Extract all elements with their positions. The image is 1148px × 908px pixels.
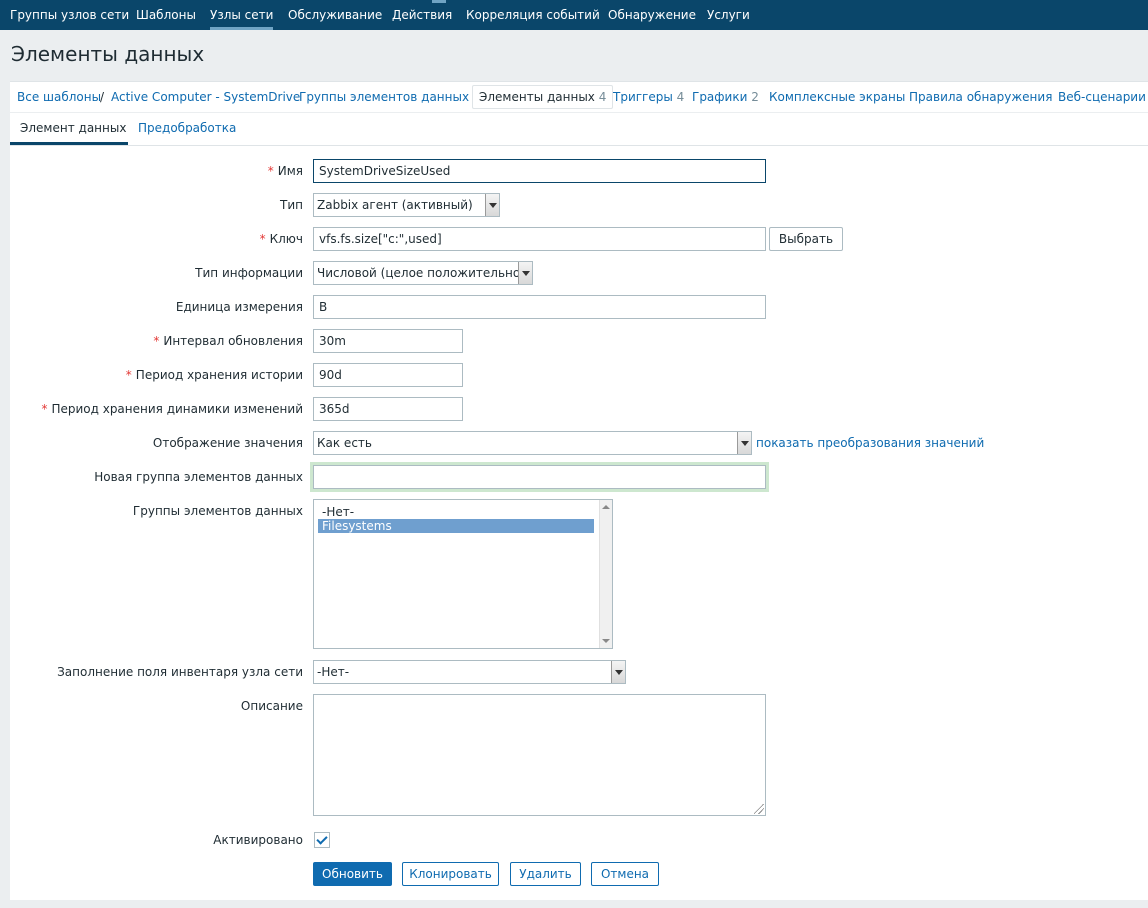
breadcrumb-separator: / xyxy=(100,90,105,104)
breadcrumb-tab-triggers[interactable]: Триггеры 4 xyxy=(613,82,684,112)
enabled-checkbox[interactable] xyxy=(314,832,330,848)
units-label: Единица измерения xyxy=(175,300,303,314)
history-input[interactable]: 90d xyxy=(313,363,463,387)
breadcrumb-tab-label: Группы элементов данных xyxy=(299,90,470,104)
top-navigation: Группы узлов сети Шаблоны Узлы сети Обсл… xyxy=(0,0,1148,30)
tab-preprocessing[interactable]: Предобработка xyxy=(138,113,236,145)
chevron-down-icon xyxy=(611,661,625,683)
breadcrumb-all-templates[interactable]: Все шаблоны xyxy=(17,82,101,112)
trends-label: * Период хранения динамики изменений xyxy=(41,402,303,416)
units-input[interactable]: B xyxy=(313,295,766,319)
breadcrumb-tab-count: 4 xyxy=(598,90,607,104)
new-application-input[interactable] xyxy=(313,465,766,489)
nav-hosts[interactable]: Узлы сети xyxy=(210,0,274,30)
name-label: * Имя xyxy=(267,164,303,178)
delete-button[interactable]: Удалить xyxy=(510,862,581,886)
key-select-button[interactable]: Выбрать xyxy=(769,227,843,251)
type-label: Тип xyxy=(280,198,303,212)
breadcrumb-tab-items[interactable]: Элементы данных 4 xyxy=(472,85,614,109)
info-type-select-value: Числовой (целое положительное) xyxy=(317,266,533,280)
nav-event-correlation[interactable]: Корреляция событий xyxy=(466,0,600,30)
valuemap-select[interactable]: Как есть xyxy=(313,431,752,455)
trends-input[interactable]: 365d xyxy=(313,397,463,421)
clone-button[interactable]: Клонировать xyxy=(402,862,499,886)
list-item[interactable]: Filesystems xyxy=(318,519,594,533)
interval-input[interactable]: 30m xyxy=(313,329,463,353)
chevron-down-icon xyxy=(518,262,532,284)
cancel-button[interactable]: Отмена xyxy=(591,862,659,886)
name-input[interactable]: SystemDriveSizeUsed xyxy=(313,159,766,183)
breadcrumb-tab-discovery-rules[interactable]: Правила обнаружения xyxy=(909,82,1052,112)
breadcrumb-tab-web-scenarios[interactable]: Веб-сценарии xyxy=(1058,82,1146,112)
breadcrumb-tab-label: Элементы данных xyxy=(479,90,595,104)
applications-label: Группы элементов данных xyxy=(132,504,303,518)
breadcrumb-tab-applications[interactable]: Группы элементов данных 1 xyxy=(299,82,481,112)
inventory-select-value: -Нет- xyxy=(317,665,350,679)
breadcrumb-tab-label: Веб-сценарии xyxy=(1058,90,1146,104)
nav-actions[interactable]: Действия xyxy=(392,0,452,30)
page-title: Элементы данных xyxy=(11,42,205,66)
tab-item[interactable]: Элемент данных xyxy=(10,113,128,145)
nav-maintenance[interactable]: Обслуживание xyxy=(288,0,382,30)
new-application-label: Новая группа элементов данных xyxy=(94,470,303,484)
breadcrumb-tab-count: 4 xyxy=(676,90,685,104)
applications-listbox[interactable]: -Нет- Filesystems xyxy=(313,499,613,649)
chevron-down-icon xyxy=(485,194,499,216)
breadcrumb-template[interactable]: Active Computer - SystemDrive xyxy=(111,82,300,112)
breadcrumb-tab-count: 2 xyxy=(751,90,759,104)
valuemap-label: Отображение значения xyxy=(152,436,303,450)
show-value-mappings-link[interactable]: показать преобразования значений xyxy=(756,436,984,450)
breadcrumb-tab-graphs[interactable]: Графики 2 xyxy=(692,82,759,112)
resize-grip-icon[interactable] xyxy=(754,804,764,814)
key-input[interactable]: vfs.fs.size["c:",used] xyxy=(313,227,766,251)
scrollbar[interactable] xyxy=(599,500,612,648)
description-textarea[interactable] xyxy=(313,694,766,816)
item-form: * Имя SystemDriveSizeUsed Тип Zabbix аген… xyxy=(10,146,1148,900)
breadcrumb-tab-label: Триггеры xyxy=(613,90,673,104)
valuemap-select-value: Как есть xyxy=(317,436,372,450)
nav-templates[interactable]: Шаблоны xyxy=(136,0,196,30)
nav-discovery[interactable]: Обнаружение xyxy=(608,0,696,30)
type-select-value: Zabbix агент (активный) xyxy=(317,198,473,212)
chevron-up-icon[interactable] xyxy=(602,505,610,509)
type-select[interactable]: Zabbix агент (активный) xyxy=(313,193,500,217)
breadcrumb-tab-label: Комплексные экраны xyxy=(769,90,906,104)
form-tabs: Элемент данных Предобработка xyxy=(10,113,1148,146)
key-label: * Ключ xyxy=(259,232,303,246)
breadcrumb-tab-label: Правила обнаружения xyxy=(909,90,1053,104)
enabled-label: Активировано xyxy=(213,833,303,847)
inventory-label: Заполнение поля инвентаря узла сети xyxy=(57,665,303,679)
description-label: Описание xyxy=(240,699,303,713)
interval-label: * Интервал обновления xyxy=(153,334,303,348)
nav-host-groups[interactable]: Группы узлов сети xyxy=(10,0,129,30)
inventory-select[interactable]: -Нет- xyxy=(313,660,626,684)
info-type-select[interactable]: Числовой (целое положительное) xyxy=(313,261,533,285)
update-button[interactable]: Обновить xyxy=(313,862,392,886)
info-type-label: Тип информации xyxy=(195,266,303,280)
history-label: * Период хранения истории xyxy=(125,368,303,382)
list-item[interactable]: -Нет- xyxy=(318,505,608,519)
chevron-down-icon[interactable] xyxy=(602,639,610,643)
chevron-down-icon xyxy=(737,432,751,454)
nav-services[interactable]: Услуги xyxy=(707,0,750,30)
breadcrumb: Все шаблоны / Active Computer - SystemDr… xyxy=(10,81,1148,112)
breadcrumb-tab-label: Графики xyxy=(692,90,748,104)
breadcrumb-tab-screens[interactable]: Комплексные экраны xyxy=(769,82,905,112)
